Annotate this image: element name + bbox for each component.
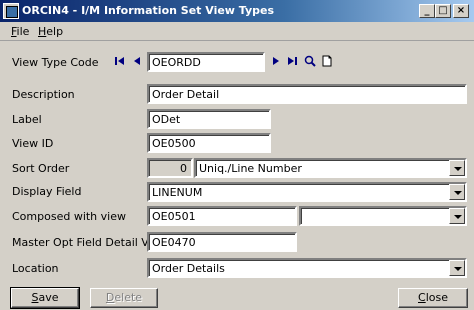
chevron-down-icon[interactable] xyxy=(449,184,465,200)
close-window-button[interactable]: × xyxy=(453,4,469,18)
chevron-down-icon[interactable] xyxy=(449,260,465,276)
location-label: Location xyxy=(12,262,59,275)
title-bar: ORCIN4 - I/M Information Set View Types … xyxy=(0,0,474,22)
description-label: Description xyxy=(12,88,75,101)
composed-with-view-select[interactable] xyxy=(299,206,467,226)
composed-with-view-label: Composed with view xyxy=(12,210,126,223)
location-select[interactable]: Order Details xyxy=(147,258,467,278)
composed-with-view-input[interactable]: OE0501 xyxy=(147,206,297,226)
window-title: ORCIN4 - I/M Information Set View Types xyxy=(22,4,275,17)
display-field-value: LINENUM xyxy=(152,186,203,199)
master-opt-field-detail-view-label: Master Opt Field Detail View xyxy=(12,236,168,249)
sort-order-value: Uniq./Line Number xyxy=(199,162,302,175)
menu-bar: File Help xyxy=(0,22,474,41)
view-id-label: View ID xyxy=(12,137,54,150)
finder-icon[interactable] xyxy=(304,55,316,67)
sort-order-select[interactable]: Uniq./Line Number xyxy=(194,158,467,178)
menu-file[interactable]: File xyxy=(11,25,29,38)
master-opt-field-detail-view-input[interactable]: OE0470 xyxy=(147,232,297,252)
minimize-button[interactable]: _ xyxy=(419,4,435,18)
location-value: Order Details xyxy=(152,262,225,275)
label-label: Label xyxy=(12,113,42,126)
display-field-label: Display Field xyxy=(12,185,82,198)
chevron-down-icon[interactable] xyxy=(449,208,465,224)
chevron-down-icon[interactable] xyxy=(449,160,465,176)
last-record-icon[interactable] xyxy=(286,55,298,67)
description-input[interactable]: Order Detail xyxy=(147,84,467,104)
app-icon xyxy=(3,3,19,19)
view-type-code-input[interactable]: OEORDD xyxy=(147,52,265,72)
save-button[interactable]: Save xyxy=(10,287,80,309)
next-record-icon[interactable] xyxy=(270,55,282,67)
display-field-select[interactable]: LINENUM xyxy=(147,182,467,202)
menu-help[interactable]: Help xyxy=(38,25,63,38)
sort-order-number: 0 xyxy=(147,158,193,178)
view-type-code-label: View Type Code xyxy=(12,56,99,69)
sort-order-label: Sort Order xyxy=(12,162,70,175)
close-button[interactable]: Close xyxy=(398,288,468,308)
maximize-button[interactable]: □ xyxy=(435,4,451,18)
first-record-icon[interactable] xyxy=(114,55,126,67)
view-id-input[interactable]: OE0500 xyxy=(147,133,271,153)
new-document-icon[interactable] xyxy=(321,55,333,67)
label-input[interactable]: ODet xyxy=(147,109,271,129)
previous-record-icon[interactable] xyxy=(131,55,143,67)
delete-button[interactable]: Delete xyxy=(90,288,158,308)
